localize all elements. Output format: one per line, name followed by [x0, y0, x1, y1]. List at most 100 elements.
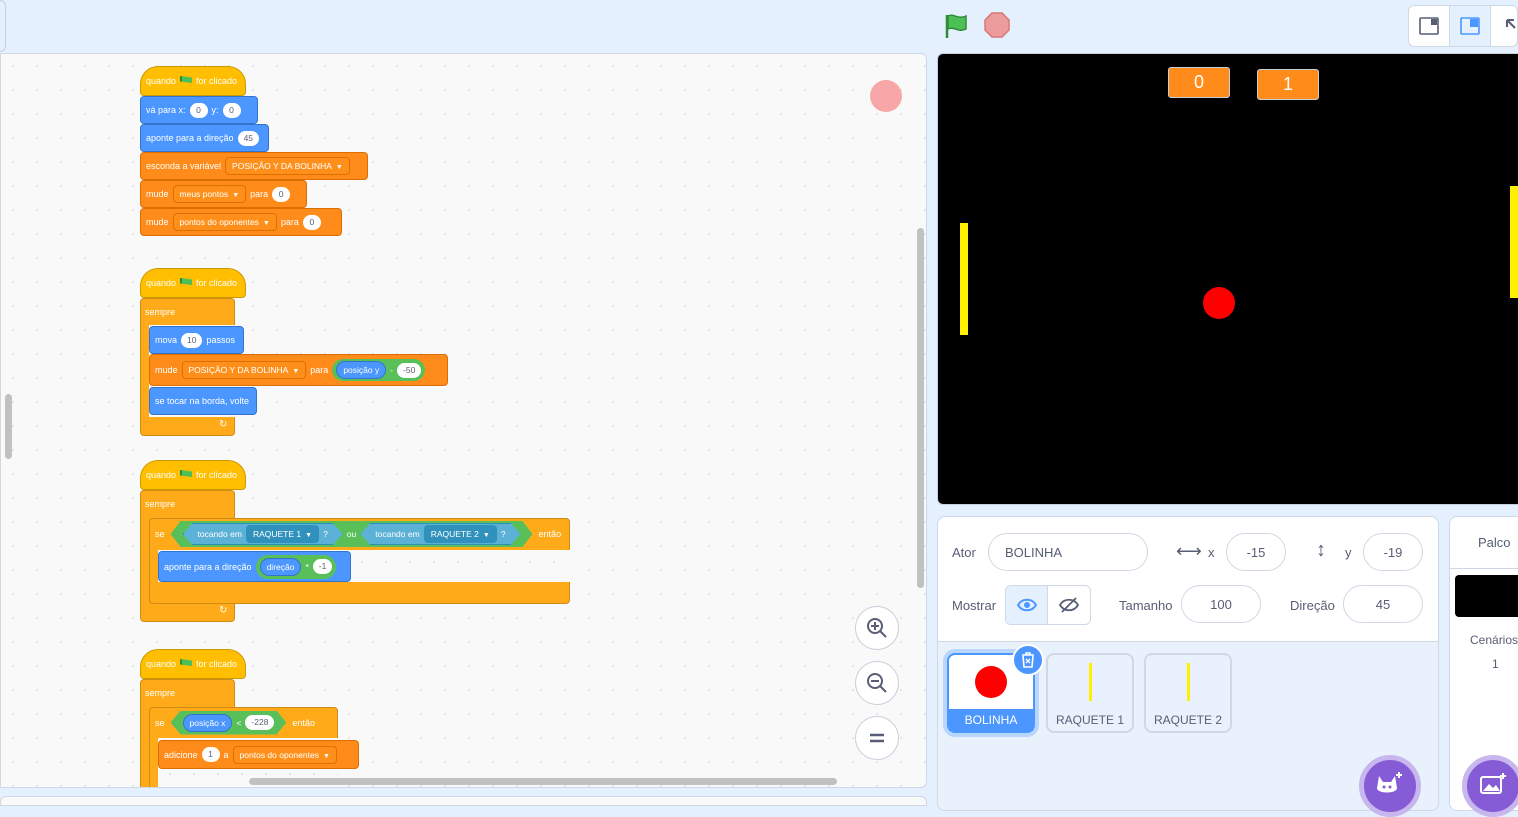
operator-symbol: -: [390, 365, 394, 375]
block-label: mude: [146, 217, 169, 227]
y-position-reporter[interactable]: posição y: [336, 361, 387, 379]
y-input[interactable]: -19: [1363, 533, 1423, 571]
operator-symbol: <: [236, 717, 242, 728]
x-value: -15: [1246, 544, 1266, 560]
sprite-info: Ator BOLINHA ⟷ x -15 ↕ y -19 Mostrar Tam…: [938, 517, 1438, 642]
variable-dropdown[interactable]: pontos do oponentes ▼: [232, 745, 337, 764]
x-position-reporter[interactable]: posição x: [183, 714, 233, 732]
sprite-name: RAQUETE 2: [1153, 713, 1222, 727]
forever-label: sempre: [145, 499, 176, 509]
block-label: para: [310, 365, 329, 375]
dropdown-value: RAQUETE 1: [252, 529, 302, 539]
direction-input[interactable]: 45: [237, 130, 260, 146]
value-input[interactable]: 0: [272, 186, 291, 202]
add-backdrop-button[interactable]: [1462, 755, 1518, 817]
sprite-name-input[interactable]: BOLINHA: [988, 533, 1148, 571]
variable-dropdown[interactable]: POSIÇÃO Y DA BOLINHA ▼: [225, 157, 350, 175]
motion-bounce-on-edge[interactable]: se tocar na borda, volte: [149, 387, 257, 415]
hide-sprite-button[interactable]: [1048, 586, 1090, 624]
direction-input[interactable]: 45: [1343, 585, 1423, 623]
event-when-flag-clicked[interactable]: quando for clicado: [140, 66, 246, 96]
motion-goto-xy[interactable]: vá para x: 0 y: 0: [140, 96, 258, 124]
variable-dropdown[interactable]: pontos do oponentes ▼: [172, 213, 277, 231]
sensing-touching[interactable]: tocando em RAQUETE 2 ▼ ?: [360, 523, 520, 545]
block-label: mova: [155, 335, 178, 345]
value-input[interactable]: 0: [302, 214, 321, 230]
sprite-thumbnail-raquete-2[interactable]: RAQUETE 2: [1144, 653, 1232, 733]
tab-edge[interactable]: [0, 0, 6, 52]
variable-set[interactable]: mude pontos do oponentes ▼ para 0: [140, 208, 342, 236]
x-input[interactable]: -15: [1226, 533, 1286, 571]
horizontal-scrollbar[interactable]: [249, 778, 837, 785]
block-label: tocando em: [197, 529, 242, 539]
block-label: adicione: [164, 749, 198, 760]
dropdown-value: pontos do oponentes: [179, 217, 259, 227]
zoom-out-icon: [867, 673, 887, 693]
direction-reporter[interactable]: direção: [259, 557, 302, 576]
code-area[interactable]: quando for clicado vá para x: 0 y: 0 apo…: [0, 53, 927, 788]
block-label: esconda a variável: [146, 161, 222, 171]
forever-label: sempre: [145, 688, 176, 698]
value-input[interactable]: -50: [397, 362, 422, 378]
hat-label: quando: [146, 659, 177, 669]
event-when-flag-clicked[interactable]: quando for clicado: [140, 649, 246, 679]
variable-set[interactable]: mude POSIÇÃO Y DA BOLINHA ▼ para posição …: [149, 354, 448, 386]
green-flag-button[interactable]: [940, 10, 972, 42]
value-input[interactable]: 1: [201, 747, 220, 762]
operator-multiply[interactable]: direção * -1: [255, 554, 337, 579]
operator-subtract[interactable]: posição y - -50: [332, 359, 426, 381]
fullscreen-button[interactable]: [1491, 6, 1517, 46]
variable-hide[interactable]: esconda a variável POSIÇÃO Y DA BOLINHA ▼: [140, 152, 368, 180]
stage-title: Palco: [1478, 535, 1511, 550]
zoom-in-button[interactable]: [855, 606, 899, 650]
variable-set[interactable]: mude meus pontos ▼ para 0: [140, 180, 307, 208]
if-header: se posição x < -228 então: [149, 707, 338, 738]
zoom-reset-button[interactable]: [855, 716, 899, 760]
dropdown-value: POSIÇÃO Y DA BOLINHA: [188, 365, 289, 375]
sensing-touching[interactable]: tocando em RAQUETE 1 ▼ ?: [183, 523, 343, 545]
stop-button[interactable]: [982, 10, 1012, 40]
show-sprite-button[interactable]: [1006, 586, 1049, 624]
loop-arrow-icon: ↻: [219, 419, 228, 430]
variable-dropdown[interactable]: POSIÇÃO Y DA BOLINHA ▼: [181, 361, 307, 379]
object-dropdown[interactable]: RAQUETE 2 ▼: [424, 525, 497, 543]
backpack-bar[interactable]: [0, 796, 927, 806]
size-input[interactable]: 100: [1181, 585, 1261, 623]
block-label: aponte para a direção: [146, 133, 234, 143]
add-sprite-button[interactable]: [1359, 755, 1421, 817]
dropdown-value: POSIÇÃO Y DA BOLINHA: [232, 161, 332, 171]
stop-icon: [984, 12, 1010, 38]
operator-or[interactable]: tocando em RAQUETE 1 ▼ ? ou tocando em RA…: [171, 521, 533, 547]
sprite-thumbnail-raquete-1[interactable]: RAQUETE 1: [1046, 653, 1134, 733]
variable-dropdown[interactable]: meus pontos ▼: [172, 185, 247, 203]
if-label: se: [155, 529, 165, 539]
eye-icon: [1016, 598, 1037, 612]
delete-sprite-button[interactable]: [1012, 644, 1044, 676]
block-label: a: [223, 749, 229, 760]
stage[interactable]: 0 1: [937, 53, 1518, 505]
y-label: y: [1345, 545, 1352, 560]
zoom-out-button[interactable]: [855, 661, 899, 705]
stage-thumbnail[interactable]: [1455, 575, 1518, 617]
event-when-flag-clicked[interactable]: quando for clicado: [140, 460, 246, 490]
value-input[interactable]: -228: [245, 715, 274, 730]
object-dropdown[interactable]: RAQUETE 1 ▼: [246, 525, 319, 543]
motion-point-direction[interactable]: aponte para a direção 45: [140, 124, 269, 152]
score-monitor-right: 1: [1257, 69, 1319, 100]
motion-move-steps[interactable]: mova 10 passos: [149, 326, 244, 354]
steps-input[interactable]: 10: [181, 332, 203, 348]
x-input[interactable]: 0: [189, 102, 208, 118]
event-when-flag-clicked[interactable]: quando for clicado: [140, 268, 246, 298]
motion-point-direction[interactable]: aponte para a direção direção * -1: [158, 551, 351, 582]
dropdown-caret-icon: ▼: [232, 192, 240, 199]
vertical-scrollbar[interactable]: [917, 228, 924, 588]
variable-change[interactable]: adicione 1 a pontos do oponentes ▼: [158, 740, 359, 769]
operator-less-than[interactable]: posição x < -228: [171, 711, 287, 735]
value-input[interactable]: -1: [312, 559, 333, 574]
forever-label: sempre: [145, 307, 176, 317]
y-input[interactable]: 0: [222, 102, 241, 118]
large-stage-button[interactable]: [1450, 6, 1492, 46]
ball: [1203, 287, 1235, 319]
left-edge-scroll[interactable]: [5, 394, 12, 459]
small-stage-button[interactable]: [1409, 6, 1451, 46]
